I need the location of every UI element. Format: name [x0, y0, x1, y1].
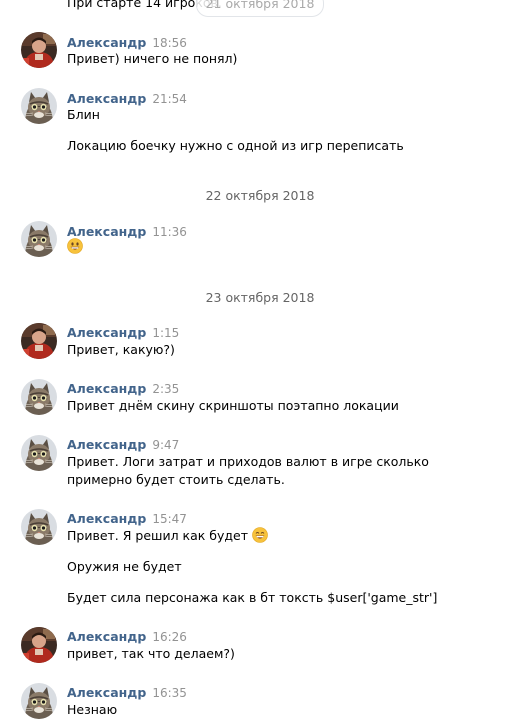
message-text-part: Привет. Я решил как будет: [67, 528, 249, 543]
date-separator: 23 октября 2018: [205, 290, 315, 305]
cat-avatar[interactable]: [21, 435, 57, 471]
person-avatar[interactable]: [21, 323, 57, 359]
message-time[interactable]: 9:47: [152, 438, 179, 452]
message-time[interactable]: 1:15: [152, 326, 179, 340]
person-avatar[interactable]: [21, 627, 57, 663]
smiling-face-emoji-icon: [252, 527, 268, 543]
date-separator: 22 октября 2018: [205, 188, 315, 203]
author-link[interactable]: Александр 11:36: [67, 224, 187, 239]
message-time[interactable]: 18:56: [152, 36, 187, 50]
floating-date-badge: 21 октября 2018: [196, 0, 324, 17]
cat-avatar[interactable]: [21, 221, 57, 257]
author-name[interactable]: Александр: [67, 511, 146, 526]
message-text: Локацию боечку нужно с одной из игр пере…: [67, 138, 404, 153]
message-time[interactable]: 11:36: [152, 225, 187, 239]
message-text: Привет) ничего не понял): [67, 51, 238, 66]
author-name[interactable]: Александр: [67, 35, 146, 50]
message-text: Блин: [67, 107, 100, 122]
message-text: Будет сила персонажа как в бт токсть $us…: [67, 590, 438, 605]
message-text: Привет, какую?): [67, 342, 175, 357]
message-text: Оружия не будет: [67, 559, 182, 574]
message-text: Привет. Я решил как будет: [67, 527, 268, 545]
message-text: привет, так что делаем?): [67, 646, 235, 661]
author-link[interactable]: Александр 2:35: [67, 381, 179, 396]
author-name[interactable]: Александр: [67, 325, 146, 340]
author-name[interactable]: Александр: [67, 224, 146, 239]
author-link[interactable]: Александр 18:56: [67, 35, 187, 50]
message-text: примерно будет стоить сделать.: [67, 472, 285, 487]
author-link[interactable]: Александр 16:35: [67, 685, 187, 700]
message-time[interactable]: 16:26: [152, 630, 187, 644]
message-text: [67, 238, 83, 256]
message-time[interactable]: 16:35: [152, 686, 187, 700]
cat-avatar[interactable]: [21, 379, 57, 415]
author-name[interactable]: Александр: [67, 685, 146, 700]
cat-avatar[interactable]: [21, 683, 57, 719]
chat-history: При старте 14 игроков. 21 октября 2018 А…: [0, 0, 524, 727]
author-link[interactable]: Александр 16:26: [67, 629, 187, 644]
cat-avatar[interactable]: [21, 88, 57, 124]
author-link[interactable]: Александр 15:47: [67, 511, 187, 526]
message-text: Привет днём скину скриншоты поэтапно лок…: [67, 398, 399, 413]
person-avatar[interactable]: [21, 32, 57, 68]
author-link[interactable]: Александр 1:15: [67, 325, 179, 340]
message-time[interactable]: 15:47: [152, 512, 187, 526]
author-link[interactable]: Александр 9:47: [67, 437, 179, 452]
author-name[interactable]: Александр: [67, 381, 146, 396]
message-text: Привет. Логи затрат и приходов валют в и…: [67, 454, 429, 469]
author-link[interactable]: Александр 21:54: [67, 91, 187, 106]
author-name[interactable]: Александр: [67, 91, 146, 106]
cat-avatar[interactable]: [21, 509, 57, 545]
grinning-face-emoji-icon: [67, 238, 83, 254]
message-time[interactable]: 2:35: [152, 382, 179, 396]
message-text: Незнаю: [67, 702, 118, 717]
author-name[interactable]: Александр: [67, 437, 146, 452]
author-name[interactable]: Александр: [67, 629, 146, 644]
message-time[interactable]: 21:54: [152, 92, 187, 106]
